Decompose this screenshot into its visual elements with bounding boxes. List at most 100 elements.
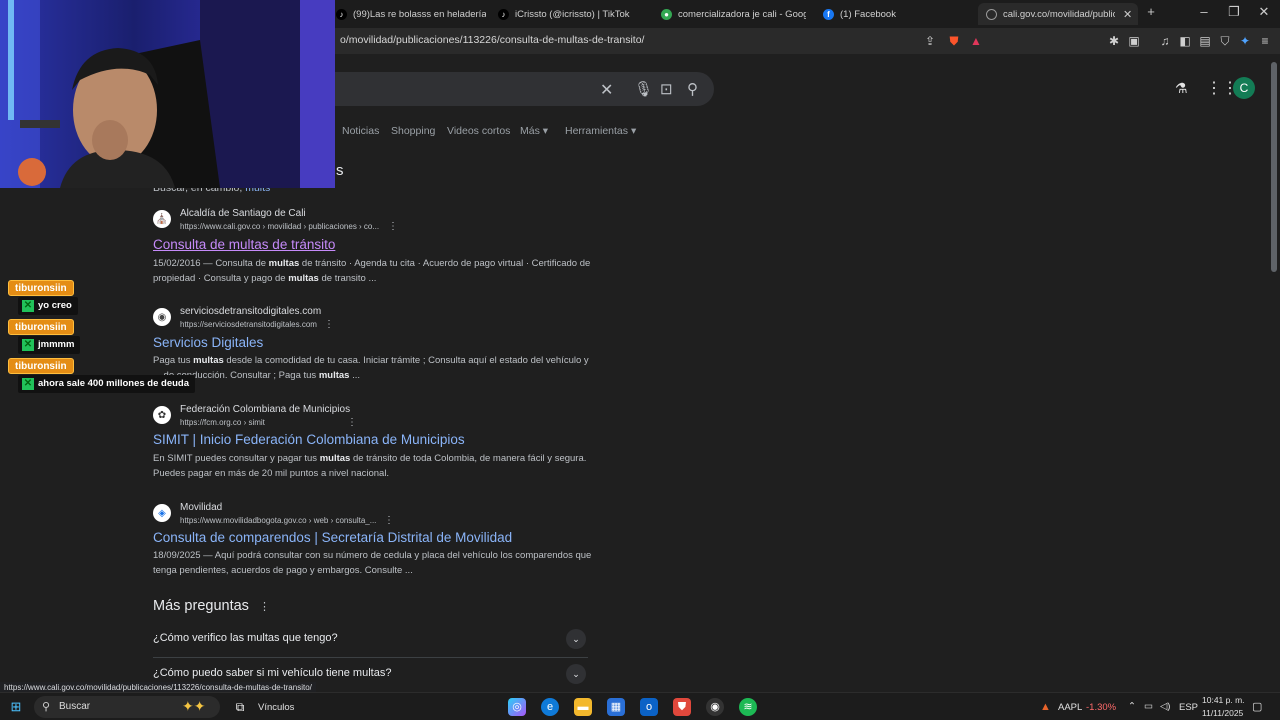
result-crumb[interactable]: https://www.movilidadbogota.gov.co › web…: [180, 516, 376, 525]
obs-icon[interactable]: ◉: [706, 698, 724, 716]
tab-cali-gov-active[interactable]: cali.gov.co/movilidad/publicacio... ✕: [978, 3, 1138, 25]
file-explorer-icon[interactable]: ▬: [574, 698, 592, 716]
partial-heading: s: [336, 162, 344, 179]
result-snippet: 18/09/2025 — Aquí podrá consultar con su…: [153, 550, 592, 576]
globe-icon: ◉: [153, 308, 171, 326]
lens-icon[interactable]: ⊡: [660, 80, 673, 98]
new-tab-icon[interactable]: +: [1141, 4, 1161, 19]
menu-icon[interactable]: ≡: [1257, 33, 1273, 49]
edge-icon[interactable]: e: [541, 698, 559, 716]
sparkle-icon: ✦✦: [182, 698, 206, 714]
chat-username: tiburonsiin: [8, 319, 74, 335]
network-icon[interactable]: ▭: [1144, 701, 1153, 712]
clock-date[interactable]: 11/11/2025: [1202, 708, 1243, 718]
badge-icon: ✕: [22, 378, 34, 390]
tab-tiktok-icrissto[interactable]: ♪ iCrissto (@icrissto) | TikTok: [498, 3, 648, 25]
copilot-icon[interactable]: ◎: [508, 698, 526, 716]
vinculos-label[interactable]: Vínculos: [258, 702, 294, 713]
result-crumb[interactable]: https://www.cali.gov.co › movilidad › pu…: [180, 222, 379, 231]
tab-tiktok-heladeria[interactable]: ♪ (99)Las re bolasss en heladería ✨ C...: [336, 3, 486, 25]
chevron-down-icon[interactable]: ⌄: [566, 629, 586, 649]
leo-icon[interactable]: ✦: [1237, 33, 1253, 49]
result-site: serviciosdetransitodigitales.com: [180, 306, 322, 317]
result-crumb[interactable]: https://fcm.org.co › simit: [180, 418, 265, 427]
volume-icon[interactable]: ◁): [1160, 701, 1170, 712]
share-icon[interactable]: ⇪: [922, 33, 938, 49]
tab-label: comercializadora je cali - Google Ma...: [678, 8, 806, 20]
result-site: Movilidad: [180, 502, 223, 513]
task-view-icon[interactable]: ⧉: [231, 698, 249, 716]
windows-start-icon[interactable]: ⊞: [7, 698, 25, 716]
taskbar-search[interactable]: ⚲ Buscar ✦✦: [34, 696, 220, 718]
outlook-icon[interactable]: o: [640, 698, 658, 716]
more-options-icon[interactable]: ⋮: [384, 515, 394, 526]
close-window-icon[interactable]: ✕: [1254, 4, 1274, 20]
filter-mas[interactable]: Más ▾: [520, 125, 548, 137]
result-site: Alcaldía de Santiago de Cali: [180, 208, 306, 219]
wallet-icon[interactable]: ▤: [1197, 33, 1213, 49]
fcm-favicon-icon: ✿: [153, 406, 171, 424]
chat-message: ✕ yo creo: [18, 297, 78, 315]
result-site: Federación Colombiana de Municipios: [180, 404, 351, 415]
result-title[interactable]: Consulta de comparendos | Secretaría Dis…: [153, 530, 512, 545]
filter-herramientas[interactable]: Herramientas ▾: [565, 125, 636, 137]
divider: [153, 657, 588, 658]
result-snippet: 15/02/2016 — Consulta de multas de tráns…: [153, 258, 591, 284]
spotify-icon[interactable]: ≋: [739, 698, 757, 716]
screenshot-icon[interactable]: ▣: [1126, 33, 1142, 49]
result-title[interactable]: Servicios Digitales: [153, 335, 263, 350]
more-options-icon[interactable]: ⋮: [388, 221, 398, 232]
chevron-up-icon[interactable]: ⌃: [1128, 701, 1136, 712]
more-options-icon[interactable]: ⋮: [347, 417, 357, 428]
more-options-icon[interactable]: ⋮: [259, 601, 270, 613]
facebook-icon: f: [823, 8, 834, 20]
filter-noticias[interactable]: Noticias: [342, 125, 379, 137]
result-snippet: Paga tus multas desde la comodidad de tu…: [153, 355, 589, 381]
tab-label: cali.gov.co/movilidad/publicacio...: [1003, 8, 1115, 20]
filter-shopping[interactable]: Shopping: [391, 125, 435, 137]
clock-time[interactable]: 10:41 p. m.: [1202, 695, 1245, 705]
tab-facebook[interactable]: f (1) Facebook: [823, 3, 963, 25]
chat-message: ✕ jmmmm: [18, 336, 81, 354]
avatar[interactable]: C: [1233, 77, 1255, 99]
tab-google-maps[interactable]: ● comercializadora je cali - Google Ma..…: [661, 3, 806, 25]
rewards-icon[interactable]: ▲: [968, 33, 984, 49]
cali-favicon-icon: ⛪: [153, 210, 171, 228]
chevron-down-icon[interactable]: ⌄: [566, 664, 586, 684]
clear-icon[interactable]: ✕: [600, 80, 613, 100]
store-icon[interactable]: ▦: [607, 698, 625, 716]
notifications-icon[interactable]: ▢: [1252, 700, 1262, 713]
microphone-icon[interactable]: 🎙: [634, 80, 653, 98]
movilidad-favicon-icon: ◈: [153, 504, 171, 522]
result-title[interactable]: Consulta de multas de tránsito: [153, 237, 335, 252]
search-input[interactable]: ✕ 🎙 ⊡ ⚲: [300, 72, 714, 106]
webcam-image: [0, 0, 335, 188]
close-icon[interactable]: ✕: [1123, 8, 1132, 21]
result-crumb[interactable]: https://serviciosdetransitodigitales.com: [180, 320, 317, 329]
media-icon[interactable]: ♫: [1157, 33, 1173, 49]
web-icon: [986, 8, 997, 20]
vpn-icon[interactable]: ⛉: [1217, 33, 1233, 49]
filter-videos-cortos[interactable]: Videos cortos: [447, 125, 510, 137]
sidebar-icon[interactable]: ◧: [1177, 33, 1193, 49]
stock-symbol[interactable]: AAPL: [1058, 702, 1082, 713]
extensions-icon[interactable]: ✱: [1106, 33, 1122, 49]
paa-question[interactable]: ¿Cómo puedo saber si mi vehículo tiene m…: [153, 667, 588, 679]
maximize-icon[interactable]: ❐: [1224, 4, 1244, 20]
chat-username: tiburonsiin: [8, 280, 74, 296]
labs-icon[interactable]: ⚗: [1175, 80, 1188, 97]
chat-message: ✕ ahora sale 400 millones de deuda: [18, 375, 196, 393]
tiktok-icon: ♪: [498, 8, 509, 20]
scrollbar[interactable]: [1271, 62, 1277, 272]
language-indicator[interactable]: ESP: [1179, 702, 1198, 713]
search-icon[interactable]: ⚲: [687, 80, 698, 98]
paa-question[interactable]: ¿Cómo verifico las multas que tengo?: [153, 632, 588, 644]
url-field[interactable]: o/movilidad/publicaciones/113226/consult…: [340, 34, 644, 46]
filter-label: Más: [520, 125, 540, 137]
more-options-icon[interactable]: ⋮: [324, 319, 334, 330]
webcam-overlay: [0, 0, 335, 188]
brave-shield-icon[interactable]: ⛊: [946, 33, 962, 49]
result-title[interactable]: SIMIT | Inicio Federación Colombiana de …: [153, 432, 465, 447]
brave-icon[interactable]: ⛊: [673, 698, 691, 716]
minimize-icon[interactable]: –: [1194, 4, 1214, 19]
